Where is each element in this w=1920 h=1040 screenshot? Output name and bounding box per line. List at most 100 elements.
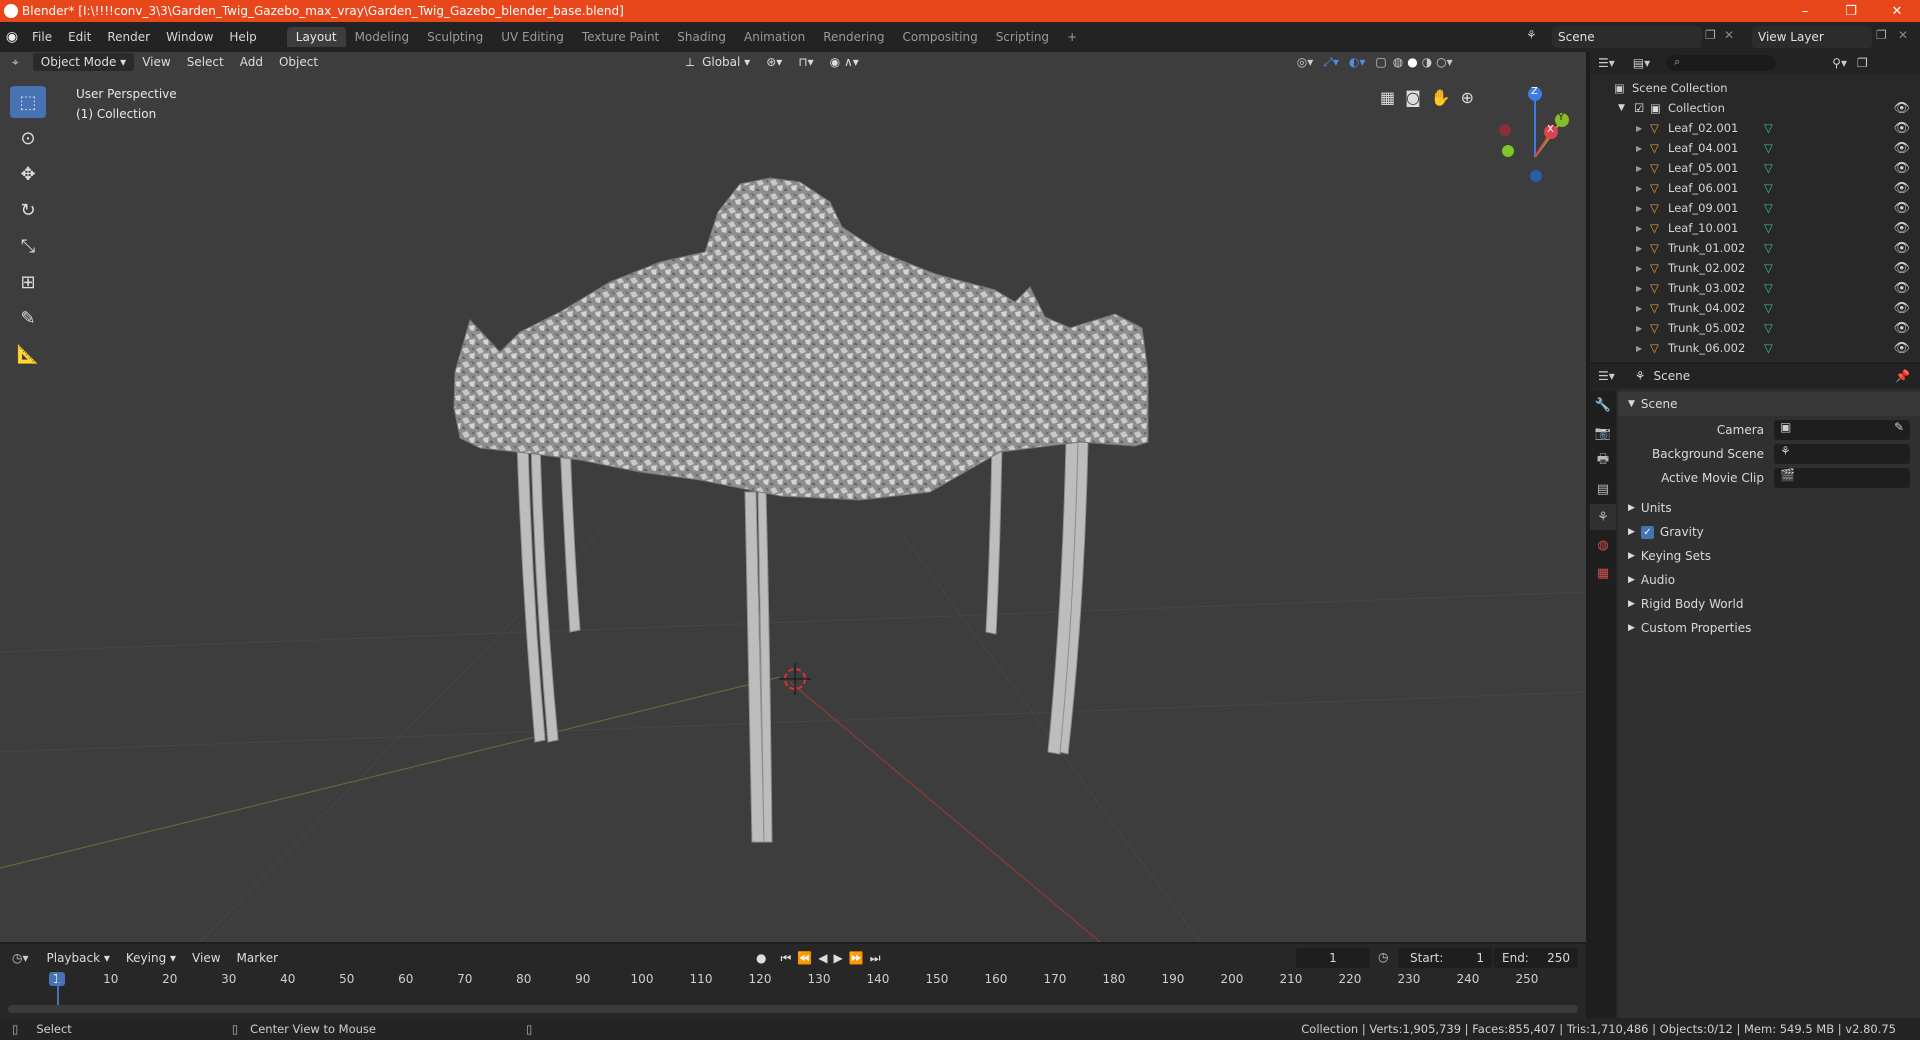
menu-edit[interactable]: Edit [60, 30, 99, 44]
pin-icon[interactable]: 📌 [1895, 369, 1910, 383]
outliner-editor-type-icon[interactable]: ☰▾ [1598, 56, 1615, 70]
transform-orientation-dropdown[interactable]: Global ▾ [694, 54, 758, 70]
visibility-icon[interactable]: ◎▾ [1297, 55, 1314, 69]
mesh-data-icon[interactable]: ▽ [1764, 201, 1773, 215]
new-view-layer-icon[interactable]: ❐ [1876, 28, 1887, 42]
expand-arrow-icon[interactable]: ▶ [1636, 304, 1650, 313]
play-icon[interactable]: ▶ [834, 951, 849, 965]
navigation-gizmo[interactable] [1499, 87, 1569, 182]
overlay-toggle-icon[interactable]: ◐▾ [1349, 55, 1366, 69]
view-layer-tab-icon[interactable]: ▤ [1590, 476, 1616, 502]
delete-scene-icon[interactable]: ✕ [1724, 28, 1734, 42]
background-scene-field[interactable]: ⚘ [1774, 444, 1910, 464]
add-workspace-button[interactable]: + [1058, 27, 1086, 47]
display-mode-icon[interactable]: ▤▾ [1633, 56, 1650, 70]
eye-icon[interactable]: 👁 [1893, 201, 1910, 216]
end-frame-field[interactable]: End: 250 [1494, 948, 1578, 968]
new-scene-icon[interactable]: ❐ [1705, 28, 1716, 42]
outliner-item[interactable]: ▶ ▽ Leaf_09.001 ▽ 👁 [1590, 198, 1920, 218]
tab-animation[interactable]: Animation [735, 27, 814, 47]
eye-icon[interactable]: 👁 [1893, 281, 1910, 296]
menu-view[interactable]: View [134, 54, 178, 70]
audio-panel[interactable]: ▶ Audio [1618, 568, 1920, 592]
tab-shading[interactable]: Shading [668, 27, 735, 47]
editor-type-icon[interactable]: ⌖ [12, 55, 19, 70]
expand-arrow-icon[interactable]: ▶ [1636, 324, 1650, 333]
mesh-data-icon[interactable]: ▽ [1764, 341, 1773, 355]
expand-arrow-icon[interactable]: ▶ [1636, 224, 1650, 233]
xray-icon[interactable]: ▢ [1375, 55, 1386, 69]
material-shading-icon[interactable]: ◑ [1422, 55, 1432, 69]
play-reverse-icon[interactable]: ◀ [818, 951, 833, 965]
keying-sets-panel[interactable]: ▶ Keying Sets [1618, 544, 1920, 568]
mesh-data-icon[interactable]: ▽ [1764, 221, 1773, 235]
outliner-item[interactable]: ▶ ▽ Trunk_06.002 ▽ 👁 [1590, 338, 1920, 358]
measure-tool[interactable]: 📐 [10, 338, 46, 370]
mesh-data-icon[interactable]: ▽ [1764, 121, 1773, 135]
close-button[interactable]: ✕ [1874, 4, 1920, 19]
outliner-item[interactable]: ▶ ▽ Leaf_06.001 ▽ 👁 [1590, 178, 1920, 198]
menu-select[interactable]: Select [179, 54, 232, 70]
render-tab-icon[interactable]: 📷 [1590, 420, 1616, 446]
start-frame-field[interactable]: Start: 1 [1398, 948, 1492, 968]
proportional-edit-icon[interactable]: ◉ ∧▾ [822, 54, 867, 70]
custom-properties-panel[interactable]: ▶ Custom Properties [1618, 616, 1920, 640]
mesh-data-icon[interactable]: ▽ [1764, 181, 1773, 195]
rotate-tool[interactable]: ↻ [10, 194, 46, 226]
output-tab-icon[interactable]: 🖶 [1590, 448, 1616, 474]
menu-object[interactable]: Object [271, 54, 326, 70]
new-collection-icon[interactable]: ❐ [1857, 56, 1868, 70]
collection-row[interactable]: ▼ ☑ ▣ Collection 👁 [1590, 98, 1920, 118]
current-frame-field[interactable]: 1 [1296, 948, 1370, 968]
mode-dropdown[interactable]: Object Mode ▾ [32, 53, 135, 71]
mesh-data-icon[interactable]: ▽ [1764, 141, 1773, 155]
tool-tab-icon[interactable]: 🔧 [1590, 392, 1616, 418]
gravity-panel[interactable]: ▶ ✓ Gravity [1618, 520, 1920, 544]
eye-icon[interactable]: 👁 [1893, 181, 1910, 196]
timeline-view-menu[interactable]: View [184, 950, 228, 966]
timeline-editor[interactable]: ◷▾ Playback ▾ Keying ▾ View Marker ● ⏮⏪◀… [0, 944, 1586, 1018]
3d-cursor-icon[interactable] [779, 663, 811, 695]
outliner-item[interactable]: ▶ ▽ Leaf_05.001 ▽ 👁 [1590, 158, 1920, 178]
outliner-item[interactable]: ▶ ▽ Leaf_04.001 ▽ 👁 [1590, 138, 1920, 158]
record-button-icon[interactable]: ● [756, 951, 766, 965]
eyedropper-icon[interactable]: ✎ [1894, 420, 1904, 434]
mesh-data-icon[interactable]: ▽ [1764, 321, 1773, 335]
outliner-item[interactable]: ▶ ▽ Trunk_02.002 ▽ 👁 [1590, 258, 1920, 278]
scene-panel-header[interactable]: ▼ Scene [1618, 392, 1920, 416]
mesh-data-icon[interactable]: ▽ [1764, 301, 1773, 315]
camera-field[interactable]: ▣ ✎ [1774, 420, 1910, 440]
expand-arrow-icon[interactable]: ▶ [1636, 264, 1650, 273]
tab-layout[interactable]: Layout [286, 27, 346, 47]
eye-icon[interactable]: 👁 [1893, 261, 1910, 276]
scene-collection-row[interactable]: ▣ Scene Collection [1590, 78, 1920, 98]
tab-rendering[interactable]: Rendering [814, 27, 893, 47]
keying-menu[interactable]: Keying ▾ [118, 950, 184, 966]
move-tool[interactable]: ✥ [10, 158, 46, 190]
expand-arrow-icon[interactable]: ▶ [1636, 124, 1650, 133]
tab-sculpting[interactable]: Sculpting [418, 27, 492, 47]
rigid-body-world-panel[interactable]: ▶ Rigid Body World [1618, 592, 1920, 616]
marker-menu[interactable]: Marker [229, 950, 286, 966]
transform-tool[interactable]: ⊞ [10, 266, 46, 298]
jump-end-icon[interactable]: ⏭ [870, 951, 887, 965]
eye-icon[interactable]: 👁 [1893, 241, 1910, 256]
world-tab-icon[interactable]: ◍ [1590, 532, 1616, 558]
collapse-arrow-icon[interactable]: ▼ [1618, 103, 1634, 113]
delete-view-layer-icon[interactable]: ✕ [1898, 28, 1908, 42]
tab-modeling[interactable]: Modeling [346, 27, 419, 47]
next-keyframe-icon[interactable]: ⏩ [849, 951, 870, 965]
tab-uv-editing[interactable]: UV Editing [492, 27, 573, 47]
tab-compositing[interactable]: Compositing [893, 27, 986, 47]
collection-checkbox[interactable]: ☑ [1634, 101, 1650, 115]
wireframe-shading-icon[interactable]: ◍ [1393, 55, 1403, 69]
filter-icon[interactable]: ⚲▾ [1832, 56, 1847, 70]
maximize-button[interactable]: ❐ [1828, 4, 1874, 19]
outliner-item[interactable]: ▶ ▽ Trunk_05.002 ▽ 👁 [1590, 318, 1920, 338]
outliner-search-input[interactable]: ⌕ [1666, 55, 1777, 71]
scale-tool[interactable]: ⤡ [10, 230, 46, 262]
eye-icon[interactable]: 👁 [1893, 101, 1910, 116]
3d-viewport[interactable]: Z Y X ⌖ Object Mode ▾ View Select Add Ob… [0, 52, 1586, 942]
properties-editor-type-icon[interactable]: ☰▾ [1598, 369, 1615, 383]
playhead[interactable] [57, 972, 59, 1008]
